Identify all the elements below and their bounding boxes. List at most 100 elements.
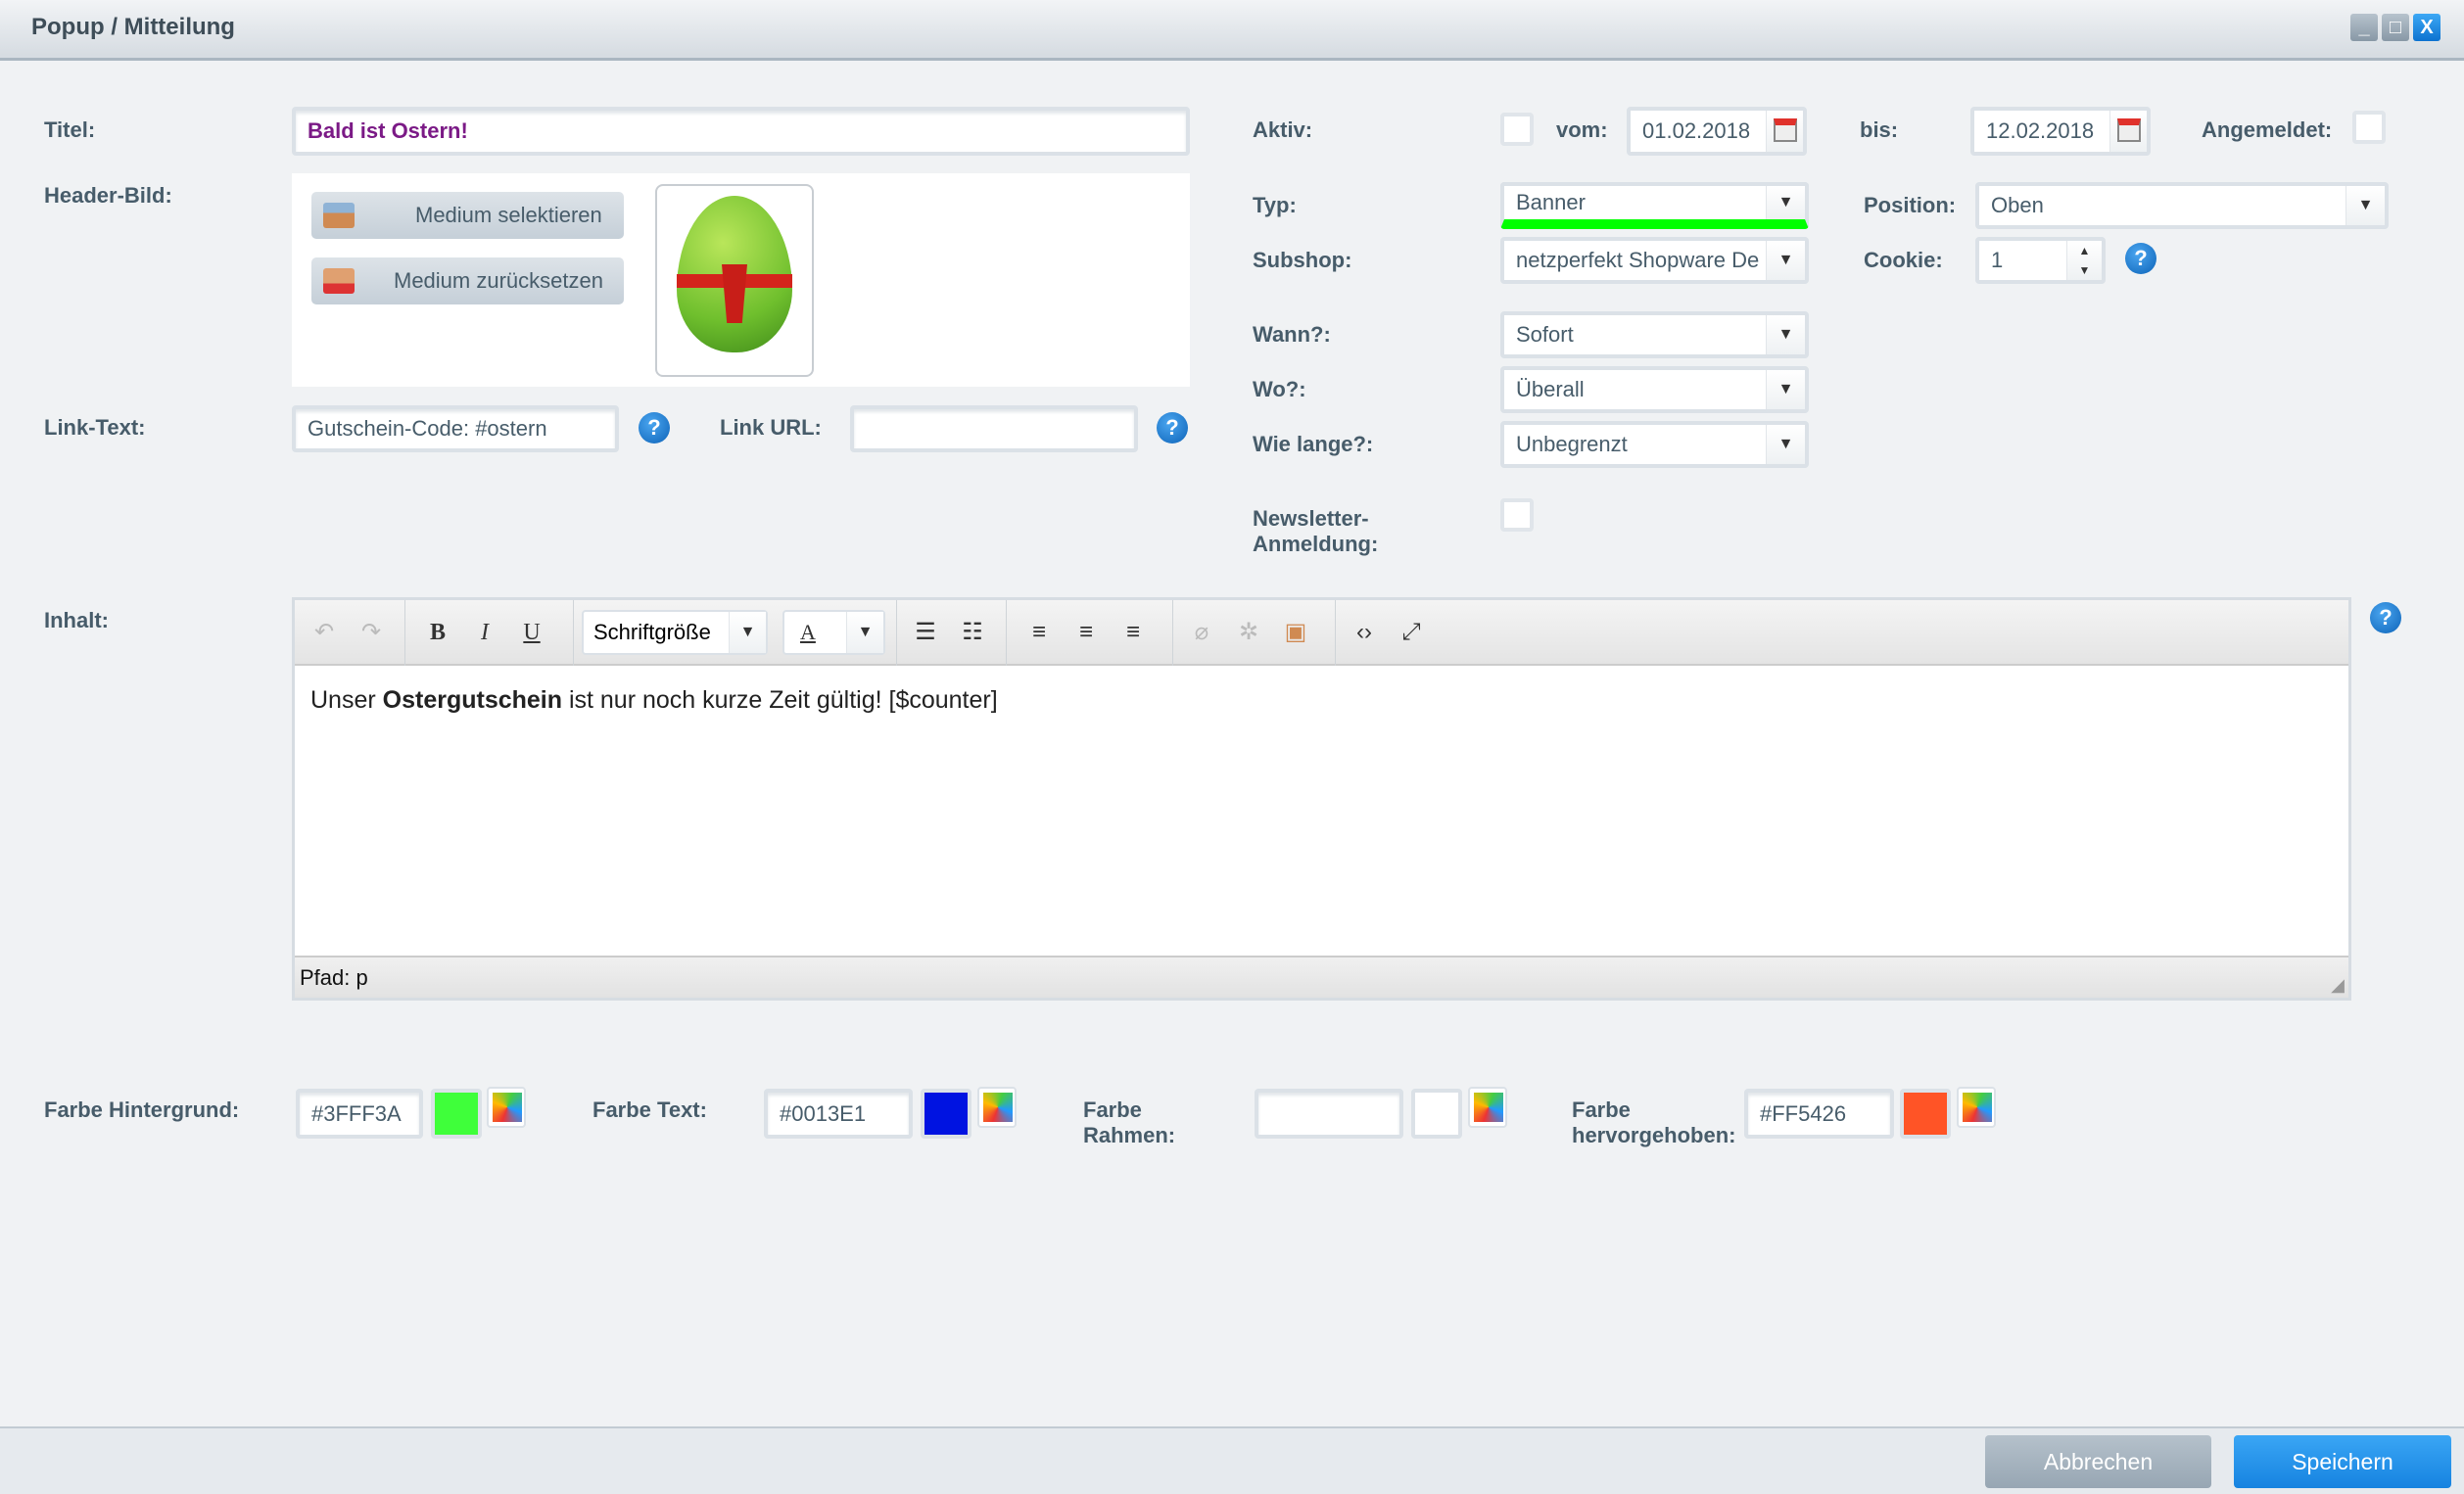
bis-date-input[interactable]: 12.02.2018 [1970, 107, 2151, 156]
chevron-down-icon[interactable]: ▼ [2346, 186, 2385, 225]
italic-icon[interactable]: I [467, 612, 502, 653]
maximize-icon[interactable]: □ [2382, 14, 2409, 41]
aktiv-label: Aktiv: [1253, 117, 1313, 142]
link-text-input[interactable]: Gutschein-Code: #ostern [292, 405, 619, 452]
position-value: Oben [1991, 193, 2044, 217]
reset-media-label: Medium zurücksetzen [394, 268, 603, 293]
chevron-down-icon[interactable]: ▼ [1766, 186, 1805, 219]
link-icon[interactable]: ⌀ [1184, 612, 1219, 653]
fullscreen-icon[interactable]: ⤢ [1394, 612, 1429, 653]
angemeldet-label: Angemeldet: [2202, 117, 2333, 142]
redo-icon[interactable]: ↷ [354, 612, 389, 653]
wo-value: Überall [1516, 377, 1585, 401]
color-picker-icon[interactable] [1957, 1087, 1996, 1128]
color-picker-icon[interactable] [487, 1087, 526, 1128]
link-text-label: Link-Text: [44, 415, 146, 440]
help-icon[interactable]: ? [2370, 602, 2401, 633]
save-button[interactable]: Speichern [2234, 1435, 2451, 1488]
cancel-button[interactable]: Abbrechen [1985, 1435, 2211, 1488]
header-bild-label: Header-Bild: [44, 183, 172, 208]
typ-value: Banner [1516, 190, 1586, 214]
bg-color-label: Farbe Hintergrund: [44, 1097, 240, 1122]
wie-lange-select[interactable]: Unbegrenzt ▼ [1500, 421, 1809, 468]
align-left-icon[interactable]: ≡ [1021, 612, 1057, 653]
select-media-button[interactable]: Medium selektieren [311, 192, 624, 239]
window-titlebar: Popup / Mitteilung _ □ X [0, 0, 2464, 61]
highlight-color-swatch [1900, 1089, 1951, 1139]
bis-date-value: 12.02.2018 [1986, 118, 2095, 143]
bold-icon[interactable]: B [420, 612, 455, 653]
cookie-label: Cookie: [1864, 248, 1943, 272]
newsletter-label: Newsletter- Anmeldung: [1253, 506, 1379, 556]
align-center-icon[interactable]: ≡ [1068, 612, 1104, 653]
font-size-select[interactable]: Schriftgröße ▼ [582, 610, 768, 655]
chevron-down-icon[interactable]: ▼ [1766, 425, 1805, 464]
element-path: Pfad: p [300, 965, 368, 990]
editor-statusbar: Pfad: p ◢ [295, 956, 2348, 998]
header-image-thumbnail[interactable] [655, 184, 814, 377]
reset-media-button[interactable]: Medium zurücksetzen [311, 257, 624, 304]
typ-select[interactable]: Banner ▼ [1500, 182, 1809, 229]
chevron-down-icon[interactable]: ▼ [1766, 370, 1805, 409]
position-label: Position: [1864, 193, 1957, 217]
subshop-select[interactable]: netzperfekt Shopware De ▼ [1500, 237, 1809, 284]
vom-date-value: 01.02.2018 [1642, 118, 1751, 143]
subshop-value: netzperfekt Shopware De [1516, 248, 1760, 272]
window-title: Popup / Mitteilung [31, 14, 235, 40]
text-color-icon: A [800, 620, 816, 644]
calendar-icon[interactable] [1766, 111, 1803, 152]
insert-image-icon[interactable]: ▣ [1278, 612, 1313, 653]
subshop-label: Subshop: [1253, 248, 1352, 272]
chevron-down-icon[interactable]: ▼ [846, 612, 883, 653]
text-color-label: Farbe Text: [592, 1097, 707, 1122]
cookie-stepper[interactable]: 1 ▲ ▼ [1975, 237, 2106, 284]
titel-input[interactable]: Bald ist Ostern! [292, 107, 1190, 156]
dialog-footer: Abbrechen Speichern [0, 1426, 2464, 1494]
border-color-label: Farbe Rahmen: [1083, 1097, 1176, 1147]
color-picker-icon[interactable] [1468, 1087, 1507, 1128]
inbox-remove-icon [323, 268, 355, 294]
numbered-list-icon[interactable]: ☷ [955, 612, 990, 653]
text-color-input[interactable]: #0013E1 [764, 1089, 913, 1139]
bg-color-input[interactable]: #3FFF3A [296, 1089, 423, 1139]
underline-icon[interactable]: U [514, 612, 549, 653]
wann-label: Wann?: [1253, 322, 1331, 347]
color-picker-icon[interactable] [977, 1087, 1017, 1128]
source-code-icon[interactable]: ‹› [1347, 612, 1382, 653]
resize-handle-icon[interactable]: ◢ [2331, 975, 2345, 996]
border-color-input[interactable] [1255, 1089, 1403, 1139]
chevron-down-icon[interactable]: ▼ [1766, 241, 1805, 280]
vom-date-input[interactable]: 01.02.2018 [1627, 107, 1807, 156]
select-media-label: Medium selektieren [415, 203, 602, 227]
wann-select[interactable]: Sofort ▼ [1500, 311, 1809, 358]
bullet-list-icon[interactable]: ☰ [908, 612, 943, 653]
undo-icon[interactable]: ↶ [307, 612, 342, 653]
link-url-label: Link URL: [720, 415, 822, 440]
spinner-arrows-icon[interactable]: ▲ ▼ [2066, 241, 2102, 280]
wo-select[interactable]: Überall ▼ [1500, 366, 1809, 413]
bg-color-swatch [431, 1089, 482, 1139]
chevron-down-icon[interactable]: ▼ [1766, 315, 1805, 354]
aktiv-checkbox[interactable] [1500, 113, 1534, 146]
minimize-icon[interactable]: _ [2350, 14, 2378, 41]
help-icon[interactable]: ? [1157, 412, 1188, 444]
font-size-value: Schriftgröße [593, 620, 711, 644]
typ-label: Typ: [1253, 193, 1297, 217]
text-color-button[interactable]: A ▼ [782, 610, 885, 655]
cookie-value: 1 [1991, 248, 2004, 272]
link-url-input[interactable] [850, 405, 1138, 452]
position-select[interactable]: Oben ▼ [1975, 182, 2389, 229]
help-icon[interactable]: ? [639, 412, 670, 444]
newsletter-checkbox[interactable] [1500, 498, 1534, 532]
highlight-color-input[interactable]: #FF5426 [1744, 1089, 1894, 1139]
unlink-icon[interactable]: ✲ [1231, 612, 1266, 653]
close-icon[interactable]: X [2413, 14, 2440, 41]
editor-content[interactable]: Unser Ostergutschein ist nur noch kurze … [310, 686, 998, 715]
align-right-icon[interactable]: ≡ [1115, 612, 1151, 653]
angemeldet-checkbox[interactable] [2352, 111, 2386, 144]
chevron-down-icon[interactable]: ▼ [729, 612, 766, 653]
help-icon[interactable]: ? [2125, 243, 2156, 274]
calendar-icon[interactable] [2109, 111, 2147, 152]
editor-toolbar: ↶ ↷ B I U Schriftgröße ▼ A ▼ ☰ ☷ ≡ ≡ ≡ ⌀… [295, 600, 2348, 666]
border-color-swatch [1411, 1089, 1462, 1139]
